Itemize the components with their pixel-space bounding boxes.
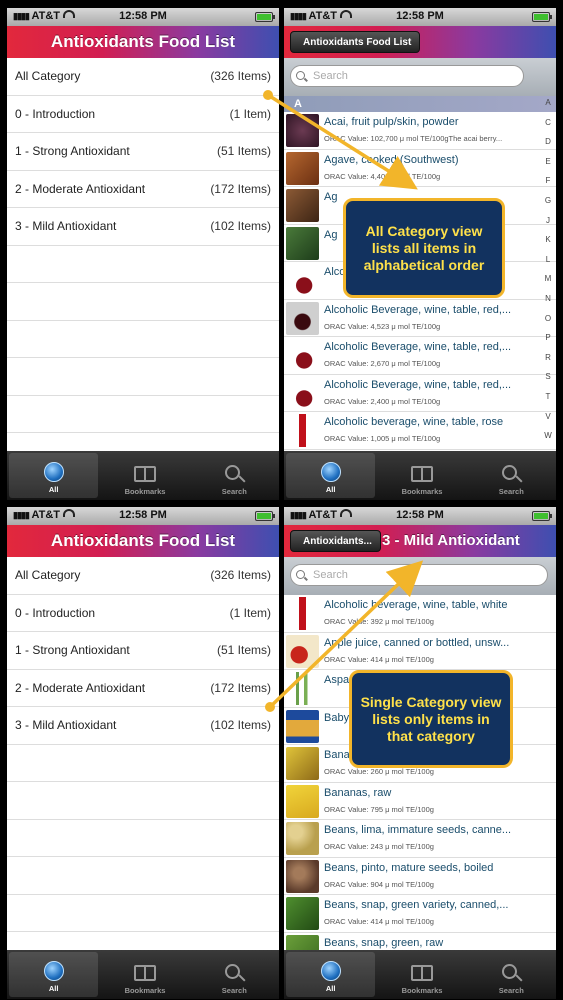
arrow-origin-dot: [263, 90, 273, 100]
arrow-all-category: [267, 93, 418, 190]
callout-all-category: All Category view lists all items in alp…: [343, 198, 505, 298]
callout-arrows: [263, 90, 424, 712]
callout-single-category: Single Category view lists only items in…: [349, 670, 513, 768]
arrow-origin-dot: [265, 702, 275, 712]
